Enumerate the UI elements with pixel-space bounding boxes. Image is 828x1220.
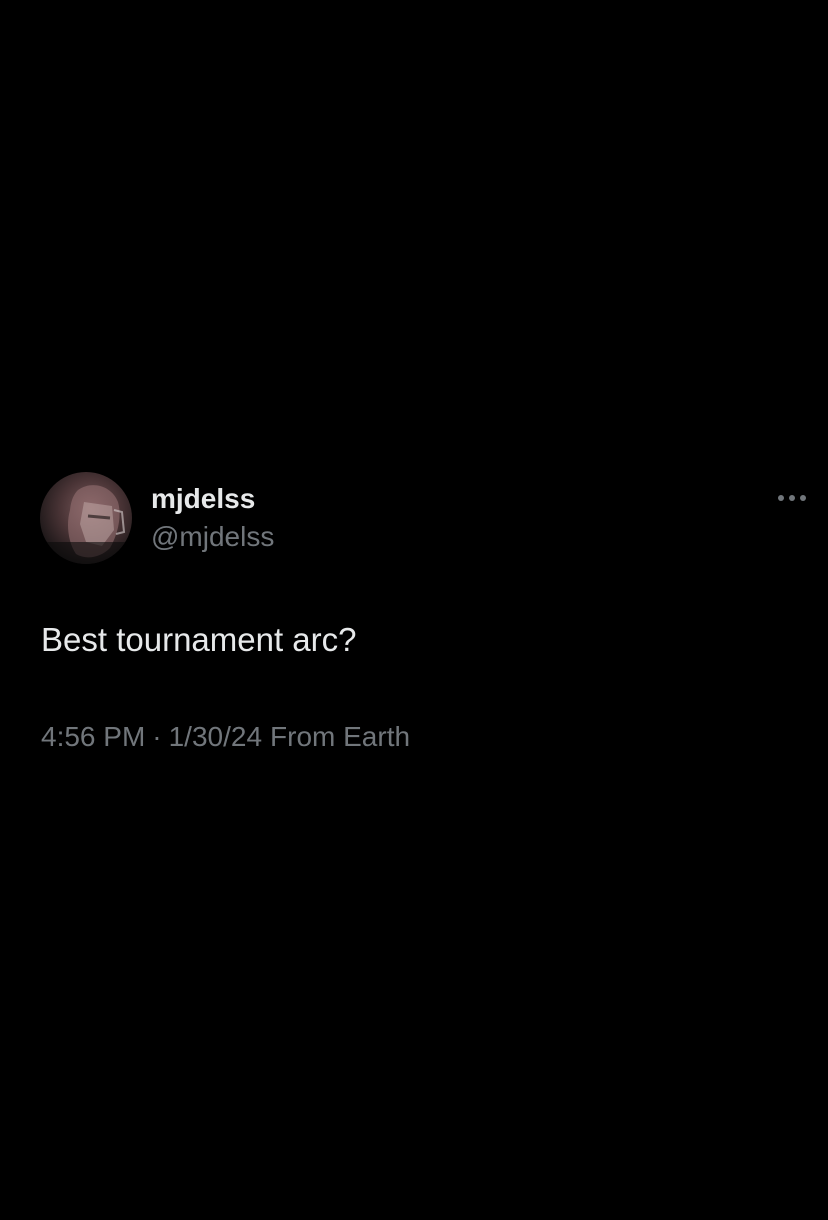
more-horizontal-icon [778, 495, 806, 501]
tweet-metadata: 4:56 PM · 1/30/24 From Earth [41, 720, 410, 754]
tweet-source: From Earth [270, 721, 411, 752]
tweet-date[interactable]: 1/30/24 [169, 720, 262, 754]
tweet-detail: mjdelss @mjdelss Best tournament arc? 4:… [0, 0, 828, 1220]
author-display-name[interactable]: mjdelss [151, 482, 255, 516]
meta-separator: · [152, 721, 162, 752]
tweet-text: Best tournament arc? [41, 621, 357, 658]
avatar[interactable] [40, 472, 132, 564]
more-options-button[interactable] [772, 486, 812, 510]
tweet-time[interactable]: 4:56 PM [41, 720, 145, 754]
avatar-portrait-icon [40, 485, 132, 564]
author-handle[interactable]: @mjdelss [151, 520, 274, 554]
